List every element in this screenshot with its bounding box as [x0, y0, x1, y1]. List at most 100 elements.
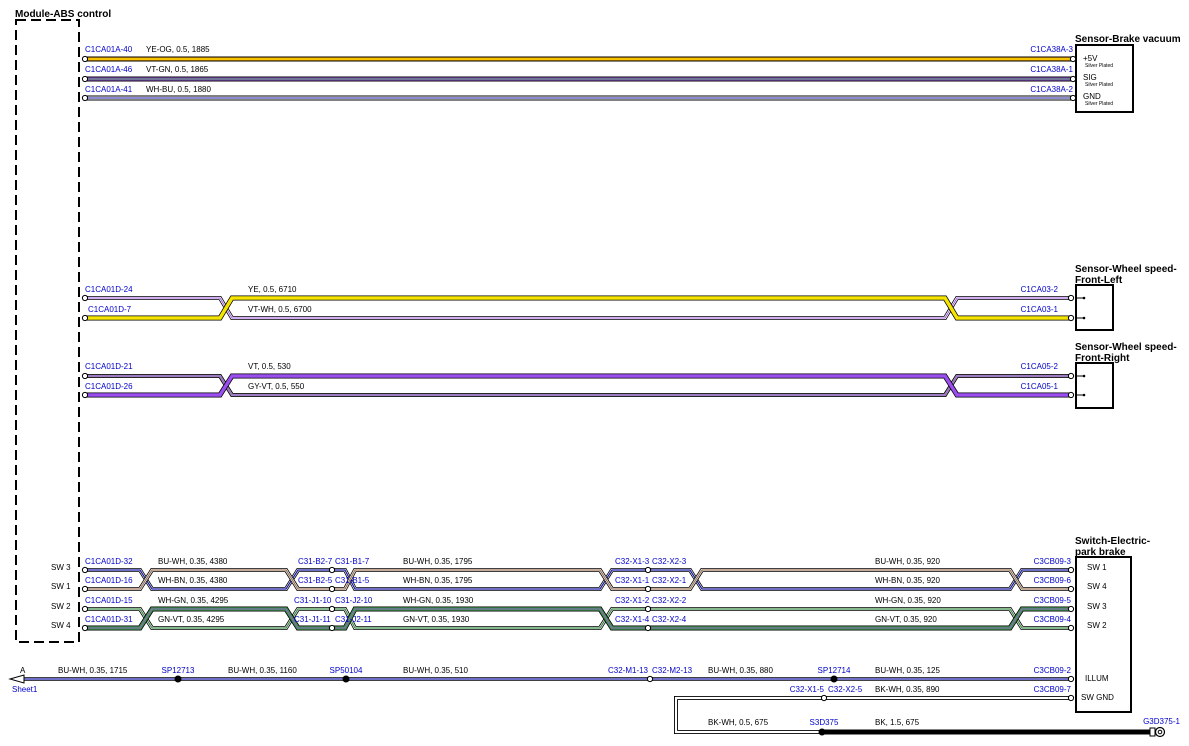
pin-terminal-14 — [81, 566, 89, 574]
vacuum-pin-5v: +5V — [1083, 54, 1098, 63]
pin-terminal-31 — [820, 694, 828, 702]
pin-illum-conn-b: C32-M2-13 — [652, 666, 693, 675]
pin-sw1-p0: C1CA01D-32 — [85, 557, 133, 566]
sensor-pin-dot-0 — [1082, 296, 1086, 300]
pin-terminal-30 — [646, 675, 654, 683]
pin-sw2-p4: C32-X2-1 — [652, 576, 687, 585]
wire-fr1 — [86, 374, 1072, 397]
label-v2: VT-GN, 0.5, 1865 — [146, 65, 209, 74]
epb-sw1-label: SW 1 — [1087, 563, 1107, 572]
pin-terminal-0 — [81, 55, 89, 63]
vacuum-pin-gnd-note: Silver Plated — [1085, 101, 1113, 107]
sensor-pin-dot-2 — [1082, 374, 1086, 378]
pin-sw2-p3: C32-X1-1 — [615, 576, 650, 585]
vacuum-pin-sig-note: Silver Plated — [1085, 82, 1113, 88]
abs-sw1-label: SW 1 — [51, 582, 71, 591]
label-fl2: VT-WH, 0.5, 6700 — [248, 305, 312, 314]
pin-fr1-from: C1CA01D-21 — [85, 362, 133, 371]
label-gnd-top: BK-WH, 0.35, 890 — [875, 685, 940, 694]
pin-sw1-p4: C32-X2-3 — [652, 557, 687, 566]
pin-terminal-16 — [81, 605, 89, 613]
pin-sw1-p2: C31-B1-7 — [335, 557, 370, 566]
pin-terminal-2 — [81, 94, 89, 102]
pin-sw4-p4: C32-X2-4 — [652, 615, 687, 624]
pin-terminal-32 — [1067, 675, 1075, 683]
epb-title-line1: Switch-Electric- — [1075, 536, 1150, 547]
pin-fl1-from: C1CA01D-24 — [85, 285, 133, 294]
pin-terminal-20 — [1067, 605, 1075, 613]
label-v3: WH-BU, 0.5, 1880 — [146, 85, 211, 94]
pin-terminal-3 — [1069, 55, 1077, 63]
label-illum-4: BU-WH, 0.35, 880 — [708, 666, 773, 675]
pin-v1-to: C1CA38A-3 — [1030, 45, 1073, 54]
pin-sw4-p0: C1CA01D-31 — [85, 615, 133, 624]
pin-terminal-11 — [81, 391, 89, 399]
pin-v2-to: C1CA38A-1 — [1030, 65, 1073, 74]
pin-terminal-26 — [644, 566, 652, 574]
epb-illum-label: ILLUM — [1085, 674, 1109, 683]
pin-sw4-p3: C32-X1-4 — [615, 615, 650, 624]
pin-sw4-p5: C3CB09-4 — [1034, 615, 1072, 624]
vacuum-title: Sensor-Brake vacuum — [1075, 34, 1181, 45]
pin-gnd-conn-a: C32-X1-5 — [790, 685, 825, 694]
epb-sw3-label: SW 3 — [1087, 602, 1107, 611]
pin-v3-from: C1CA01A-41 — [85, 85, 133, 94]
wire-fl1 — [86, 296, 1072, 320]
pin-v1-from: C1CA01A-40 — [85, 45, 133, 54]
pin-fl2-from: C1CA01D-7 — [88, 305, 132, 314]
abs-sw3-label: SW 3 — [51, 563, 71, 572]
pin-sw3-p2: C31-J2-10 — [335, 596, 373, 605]
splice-sp12714-label: SP12714 — [818, 666, 851, 675]
pin-sw3-p0: C1CA01D-15 — [85, 596, 133, 605]
label-v1: YE-OG, 0.5, 1885 — [146, 45, 210, 54]
pin-terminal-17 — [81, 624, 89, 632]
wire-fl2 — [86, 295, 1072, 321]
wsr-title-line1: Sensor-Wheel speed- — [1075, 342, 1177, 353]
pin-fl2-to: C1CA03-1 — [1021, 305, 1059, 314]
pin-illum-conn-a: C32-M1-13 — [608, 666, 649, 675]
pin-gnd-conn-b: C32-X2-5 — [828, 685, 863, 694]
pin-sw2-p1: C31-B2-5 — [298, 576, 333, 585]
ground-terminal — [1149, 727, 1156, 737]
pin-terminal-23 — [328, 585, 336, 593]
pin-terminal-33 — [1067, 694, 1075, 702]
pin-terminal-24 — [328, 605, 336, 613]
pin-terminal-12 — [1067, 372, 1075, 380]
sheet-arrow-icon[interactable] — [8, 674, 25, 684]
wsl-box — [1075, 284, 1114, 331]
epb-swgnd-label: SW GND — [1081, 693, 1114, 702]
label-fl1: YE, 0.5, 6710 — [248, 285, 297, 294]
pin-terminal-25 — [328, 624, 336, 632]
pin-fr2-to: C1CA05-1 — [1021, 382, 1059, 391]
pin-terminal-28 — [644, 605, 652, 613]
sensor-pin-dot-3 — [1082, 393, 1086, 397]
pin-terminal-4 — [1069, 75, 1077, 83]
pin-terminal-10 — [81, 372, 89, 380]
pin-terminal-22 — [328, 566, 336, 574]
pin-terminal-6 — [81, 294, 89, 302]
epb-sw4-label: SW 4 — [1087, 582, 1107, 591]
wsr-box — [1075, 362, 1114, 409]
pin-terminal-29 — [644, 624, 652, 632]
epb-sw2-label: SW 2 — [1087, 621, 1107, 630]
pin-terminal-27 — [644, 585, 652, 593]
pin-fr2-from: C1CA01D-26 — [85, 382, 133, 391]
wire-fr2 — [86, 373, 1072, 398]
label-fr2: GY-VT, 0.5, 550 — [248, 382, 305, 391]
label-sw1-l3: BU-WH, 0.35, 920 — [875, 557, 940, 566]
label-illum-2: BU-WH, 0.35, 1160 — [228, 666, 297, 675]
pin-sw3-p4: C32-X2-2 — [652, 596, 687, 605]
pin-terminal-13 — [1067, 391, 1075, 399]
pin-sw3-p1: C31-J1-10 — [294, 596, 332, 605]
pin-terminal-18 — [1067, 566, 1075, 574]
label-sw2-l2: WH-BN, 0.35, 1795 — [403, 576, 473, 585]
module-abs-title: Module-ABS control — [15, 9, 111, 20]
abs-sw4-label: SW 4 — [51, 621, 71, 630]
sheet-link[interactable]: Sheet1 — [12, 685, 38, 694]
abs-sw2-label: SW 2 — [51, 602, 71, 611]
sheet-letter: A — [20, 666, 26, 675]
splice-s3d375-label: S3D375 — [810, 718, 839, 727]
pin-sw1-p1: C31-B2-7 — [298, 557, 333, 566]
label-sw2-l1: WH-BN, 0.35, 4380 — [158, 576, 228, 585]
pin-terminal-8 — [1067, 294, 1075, 302]
